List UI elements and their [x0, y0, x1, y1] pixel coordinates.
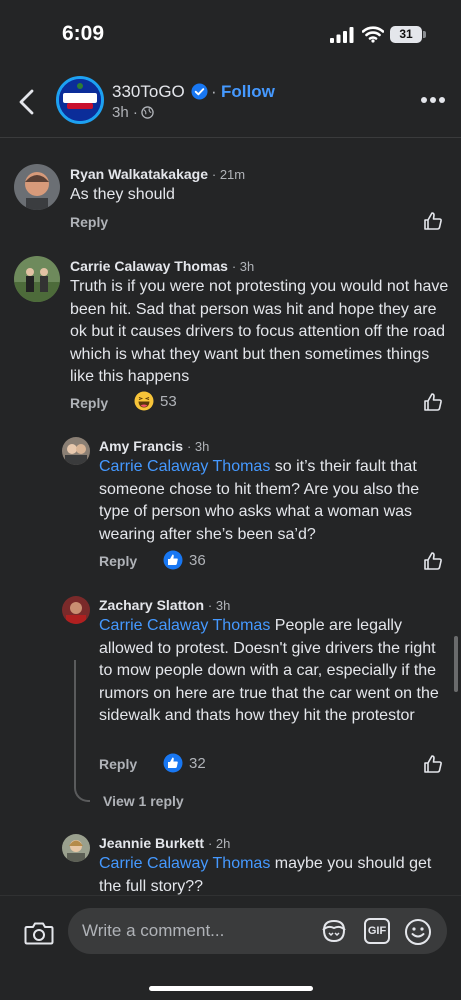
like-icon[interactable] — [423, 211, 443, 231]
avatar[interactable] — [14, 256, 60, 302]
like-icon[interactable] — [423, 754, 443, 774]
like-icon[interactable] — [423, 551, 443, 571]
haha-reaction-icon — [134, 391, 154, 411]
avatar[interactable] — [62, 437, 90, 465]
mention-link[interactable]: Carrie Calaway Thomas — [99, 855, 270, 872]
gif-icon[interactable]: GIF — [364, 918, 390, 944]
battery-indicator: 31 — [390, 26, 422, 43]
reaction-count: 53 — [160, 392, 177, 410]
comment-time: · 3h — [207, 598, 231, 613]
avatar[interactable] — [14, 164, 60, 210]
comment-text: Carrie Calaway Thomas People are legally… — [99, 615, 451, 728]
battery-tip — [423, 31, 426, 38]
comment-author[interactable]: Jeannie Burkett · 2h — [99, 835, 230, 851]
like-reaction-icon — [163, 550, 183, 570]
avatar[interactable] — [62, 834, 90, 862]
avatar-photo — [62, 834, 90, 862]
comment-time: · 3h — [186, 439, 210, 454]
comment-placeholder: Write a comment... — [82, 921, 225, 940]
scrollbar[interactable] — [454, 636, 458, 692]
comment-text: Truth is if you were not protesting you … — [70, 278, 449, 385]
comment-composer: Write a comment... GIF — [0, 895, 461, 1000]
comment-time: · 21m — [211, 167, 246, 182]
reaction-summary[interactable]: 32 — [163, 753, 206, 773]
screen: 6:09 31 330ToGO · Follow 3h · Ryan Walka… — [0, 0, 461, 1000]
more-icon[interactable] — [420, 96, 446, 104]
comment-author-name[interactable]: Amy Francis — [99, 438, 183, 454]
avatar-photo — [62, 437, 90, 465]
post-time: 3h · — [112, 104, 138, 121]
comment-time: · 2h — [207, 836, 231, 851]
status-time: 6:09 — [62, 22, 105, 45]
header-separator: · — [211, 82, 217, 101]
reaction-count: 36 — [189, 551, 206, 569]
home-indicator[interactable] — [149, 986, 313, 991]
reaction-summary[interactable]: 36 — [163, 550, 206, 570]
avatar[interactable] — [62, 596, 90, 624]
emoji-icon[interactable] — [404, 918, 432, 946]
comment-author[interactable]: Zachary Slatton · 3h — [99, 597, 230, 613]
follow-button[interactable]: Follow — [221, 82, 275, 102]
avatar-photo — [14, 256, 60, 302]
like-icon[interactable] — [423, 392, 443, 412]
comment-text: Carrie Calaway Thomas maybe you should g… — [99, 853, 451, 898]
comment-author-name[interactable]: Jeannie Burkett — [99, 835, 204, 851]
comment-time: · 3h — [231, 259, 255, 274]
reaction-summary[interactable]: 53 — [134, 391, 177, 411]
comment-author[interactable]: Amy Francis · 3h — [99, 438, 209, 454]
wifi-icon — [362, 26, 384, 43]
page-avatar[interactable] — [56, 76, 104, 124]
avatar-photo — [62, 596, 90, 624]
avatar-photo — [14, 164, 60, 210]
page-logo-icon — [59, 79, 101, 121]
verified-icon — [191, 83, 208, 100]
comment-author[interactable]: Ryan Walkatakakage · 21m — [70, 166, 245, 182]
mention-link[interactable]: Carrie Calaway Thomas — [99, 458, 270, 475]
comment-author-name[interactable]: Ryan Walkatakakage — [70, 166, 208, 182]
reply-button[interactable]: Reply — [99, 553, 137, 569]
comment-author-name[interactable]: Zachary Slatton — [99, 597, 204, 613]
post-header: 330ToGO · Follow 3h · — [0, 66, 461, 138]
comment-text: Carrie Calaway Thomas so it’s their faul… — [99, 456, 451, 546]
avatar-sticker-icon[interactable] — [320, 918, 348, 944]
comment-author-name[interactable]: Carrie Calaway Thomas — [70, 258, 228, 274]
page-name[interactable]: 330ToGO — [112, 82, 185, 102]
camera-icon[interactable] — [24, 920, 54, 946]
globe-icon — [141, 106, 154, 119]
reaction-count: 32 — [189, 754, 206, 772]
comment-author[interactable]: Carrie Calaway Thomas · 3h — [70, 258, 254, 274]
view-replies-button[interactable]: View 1 reply — [103, 793, 184, 809]
reply-button[interactable]: Reply — [70, 214, 108, 230]
thread-line — [74, 660, 90, 802]
back-icon[interactable] — [16, 88, 38, 116]
like-reaction-icon — [163, 753, 183, 773]
reply-button[interactable]: Reply — [99, 756, 137, 772]
comment-text: As they should — [70, 186, 175, 203]
reply-button[interactable]: Reply — [70, 395, 108, 411]
mention-link[interactable]: Carrie Calaway Thomas — [99, 617, 270, 634]
status-bar: 6:09 31 — [0, 0, 461, 66]
signal-icon — [330, 27, 354, 43]
comment-input[interactable]: Write a comment... GIF — [68, 908, 447, 954]
